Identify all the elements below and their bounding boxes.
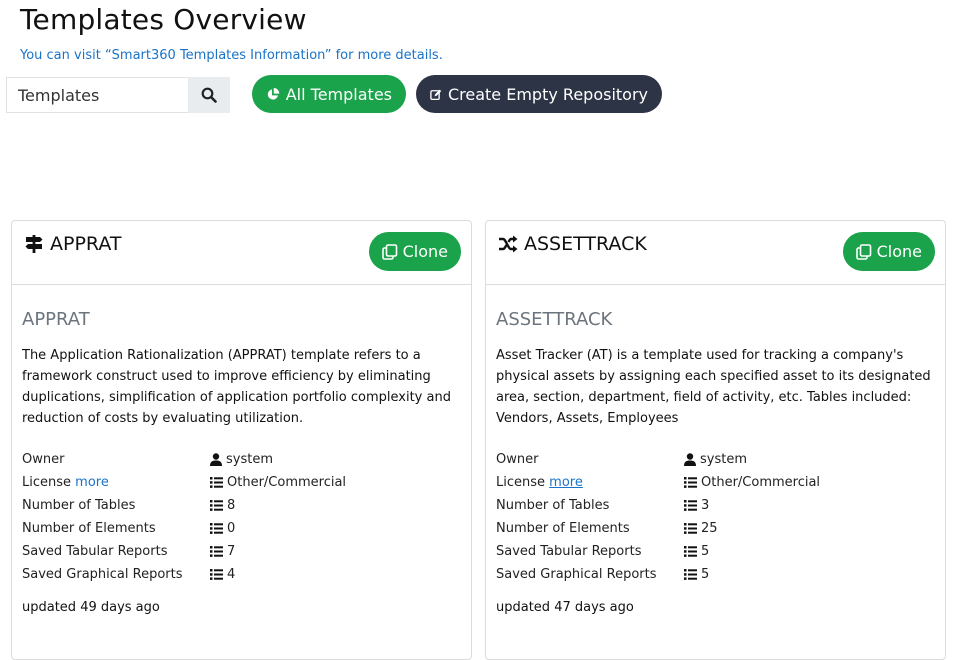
template-card-assettrack: ASSETTRACK Clone ASSETTRACK Asset Tracke… [485,220,946,660]
card-title-text: ASSETTRACK [524,233,647,255]
meta-row-graphical-reports: Saved Graphical Reports 5 [496,563,936,586]
search-input[interactable] [6,77,188,113]
license-more-link[interactable]: more [549,475,583,490]
list-icon [684,546,697,557]
shuffle-icon [499,235,518,253]
graphical-reports-label: Saved Graphical Reports [22,567,183,582]
meta-row-tables: Number of Tables 8 [22,494,462,517]
user-icon [210,453,222,466]
create-empty-repository-button[interactable]: Create Empty Repository [416,75,662,113]
elements-label: Number of Elements [22,521,156,536]
meta-row-elements: Number of Elements 25 [496,517,936,540]
tabular-reports-label: Saved Tabular Reports [22,544,168,559]
meta-row-elements: Number of Elements 0 [22,517,462,540]
meta-row-graphical-reports: Saved Graphical Reports 4 [22,563,462,586]
tabular-reports-label: Saved Tabular Reports [496,544,642,559]
tabular-reports-value: 7 [227,544,236,559]
list-icon [210,523,223,534]
all-templates-label: All Templates [285,84,392,104]
edit-icon [430,89,442,100]
tabular-reports-value: 5 [701,544,710,559]
signpost-icon [25,235,43,253]
clone-button[interactable]: Clone [842,232,935,271]
copy-icon [381,243,397,260]
meta-row-tables: Number of Tables 3 [496,494,936,517]
tables-label: Number of Tables [496,498,610,513]
template-description: The Application Rationalization (APPRAT)… [22,348,451,426]
template-meta: Owner system License more Other/Commerci… [496,448,936,586]
templates-info-link[interactable]: You can visit “Smart360 Templates Inform… [20,48,443,63]
create-empty-repository-label: Create Empty Repository [447,84,648,104]
meta-row-owner: Owner system [496,448,936,471]
card-header: APPRAT Clone [12,221,471,285]
meta-row-license: License more Other/Commercial [496,471,936,494]
owner-value: system [226,452,273,467]
elements-label: Number of Elements [496,521,630,536]
list-icon [684,569,697,580]
owner-label: Owner [496,452,539,467]
list-icon [684,523,697,534]
meta-row-license: License more Other/Commercial [22,471,462,494]
pie-chart-icon [267,87,280,100]
license-label: License [496,475,546,490]
license-more-link[interactable]: more [75,475,109,490]
search-bar [6,77,230,113]
list-icon [210,569,223,580]
clone-button[interactable]: Clone [368,232,461,271]
owner-label: Owner [22,452,65,467]
updated-timestamp: updated 49 days ago [22,600,160,615]
clone-label: Clone [876,242,922,261]
updated-timestamp: updated 47 days ago [496,600,634,615]
graphical-reports-value: 5 [701,567,710,582]
list-icon [210,500,223,511]
template-card-apprat: APPRAT Clone APPRAT The Application Rati… [11,220,472,660]
clone-label: Clone [402,242,448,261]
list-icon [684,500,697,511]
list-icon [210,546,223,557]
page-title: Templates Overview [20,3,307,36]
elements-value: 0 [227,521,236,536]
list-icon [210,477,223,488]
all-templates-button[interactable]: All Templates [252,75,406,113]
search-button[interactable] [188,77,230,113]
meta-row-owner: Owner system [22,448,462,471]
card-title: APPRAT [24,233,121,255]
tables-value: 8 [227,498,236,513]
meta-row-tabular-reports: Saved Tabular Reports 5 [496,540,936,563]
license-label: License [22,475,72,490]
license-value: Other/Commercial [701,475,821,490]
copy-icon [855,243,871,260]
search-icon [201,87,217,103]
template-subtitle: APPRAT [22,309,90,330]
user-icon [684,453,696,466]
template-description: Asset Tracker (AT) is a template used fo… [496,348,931,426]
graphical-reports-label: Saved Graphical Reports [496,567,657,582]
card-header: ASSETTRACK Clone [486,221,945,285]
tables-label: Number of Tables [22,498,136,513]
list-icon [684,477,697,488]
template-meta: Owner system License more Other/Commerci… [22,448,462,586]
card-title: ASSETTRACK [498,233,647,255]
meta-row-tabular-reports: Saved Tabular Reports 7 [22,540,462,563]
template-subtitle: ASSETTRACK [496,309,613,330]
owner-value: system [700,452,747,467]
graphical-reports-value: 4 [227,567,236,582]
elements-value: 25 [701,521,718,536]
tables-value: 3 [701,498,710,513]
card-title-text: APPRAT [50,233,122,255]
license-value: Other/Commercial [227,475,347,490]
